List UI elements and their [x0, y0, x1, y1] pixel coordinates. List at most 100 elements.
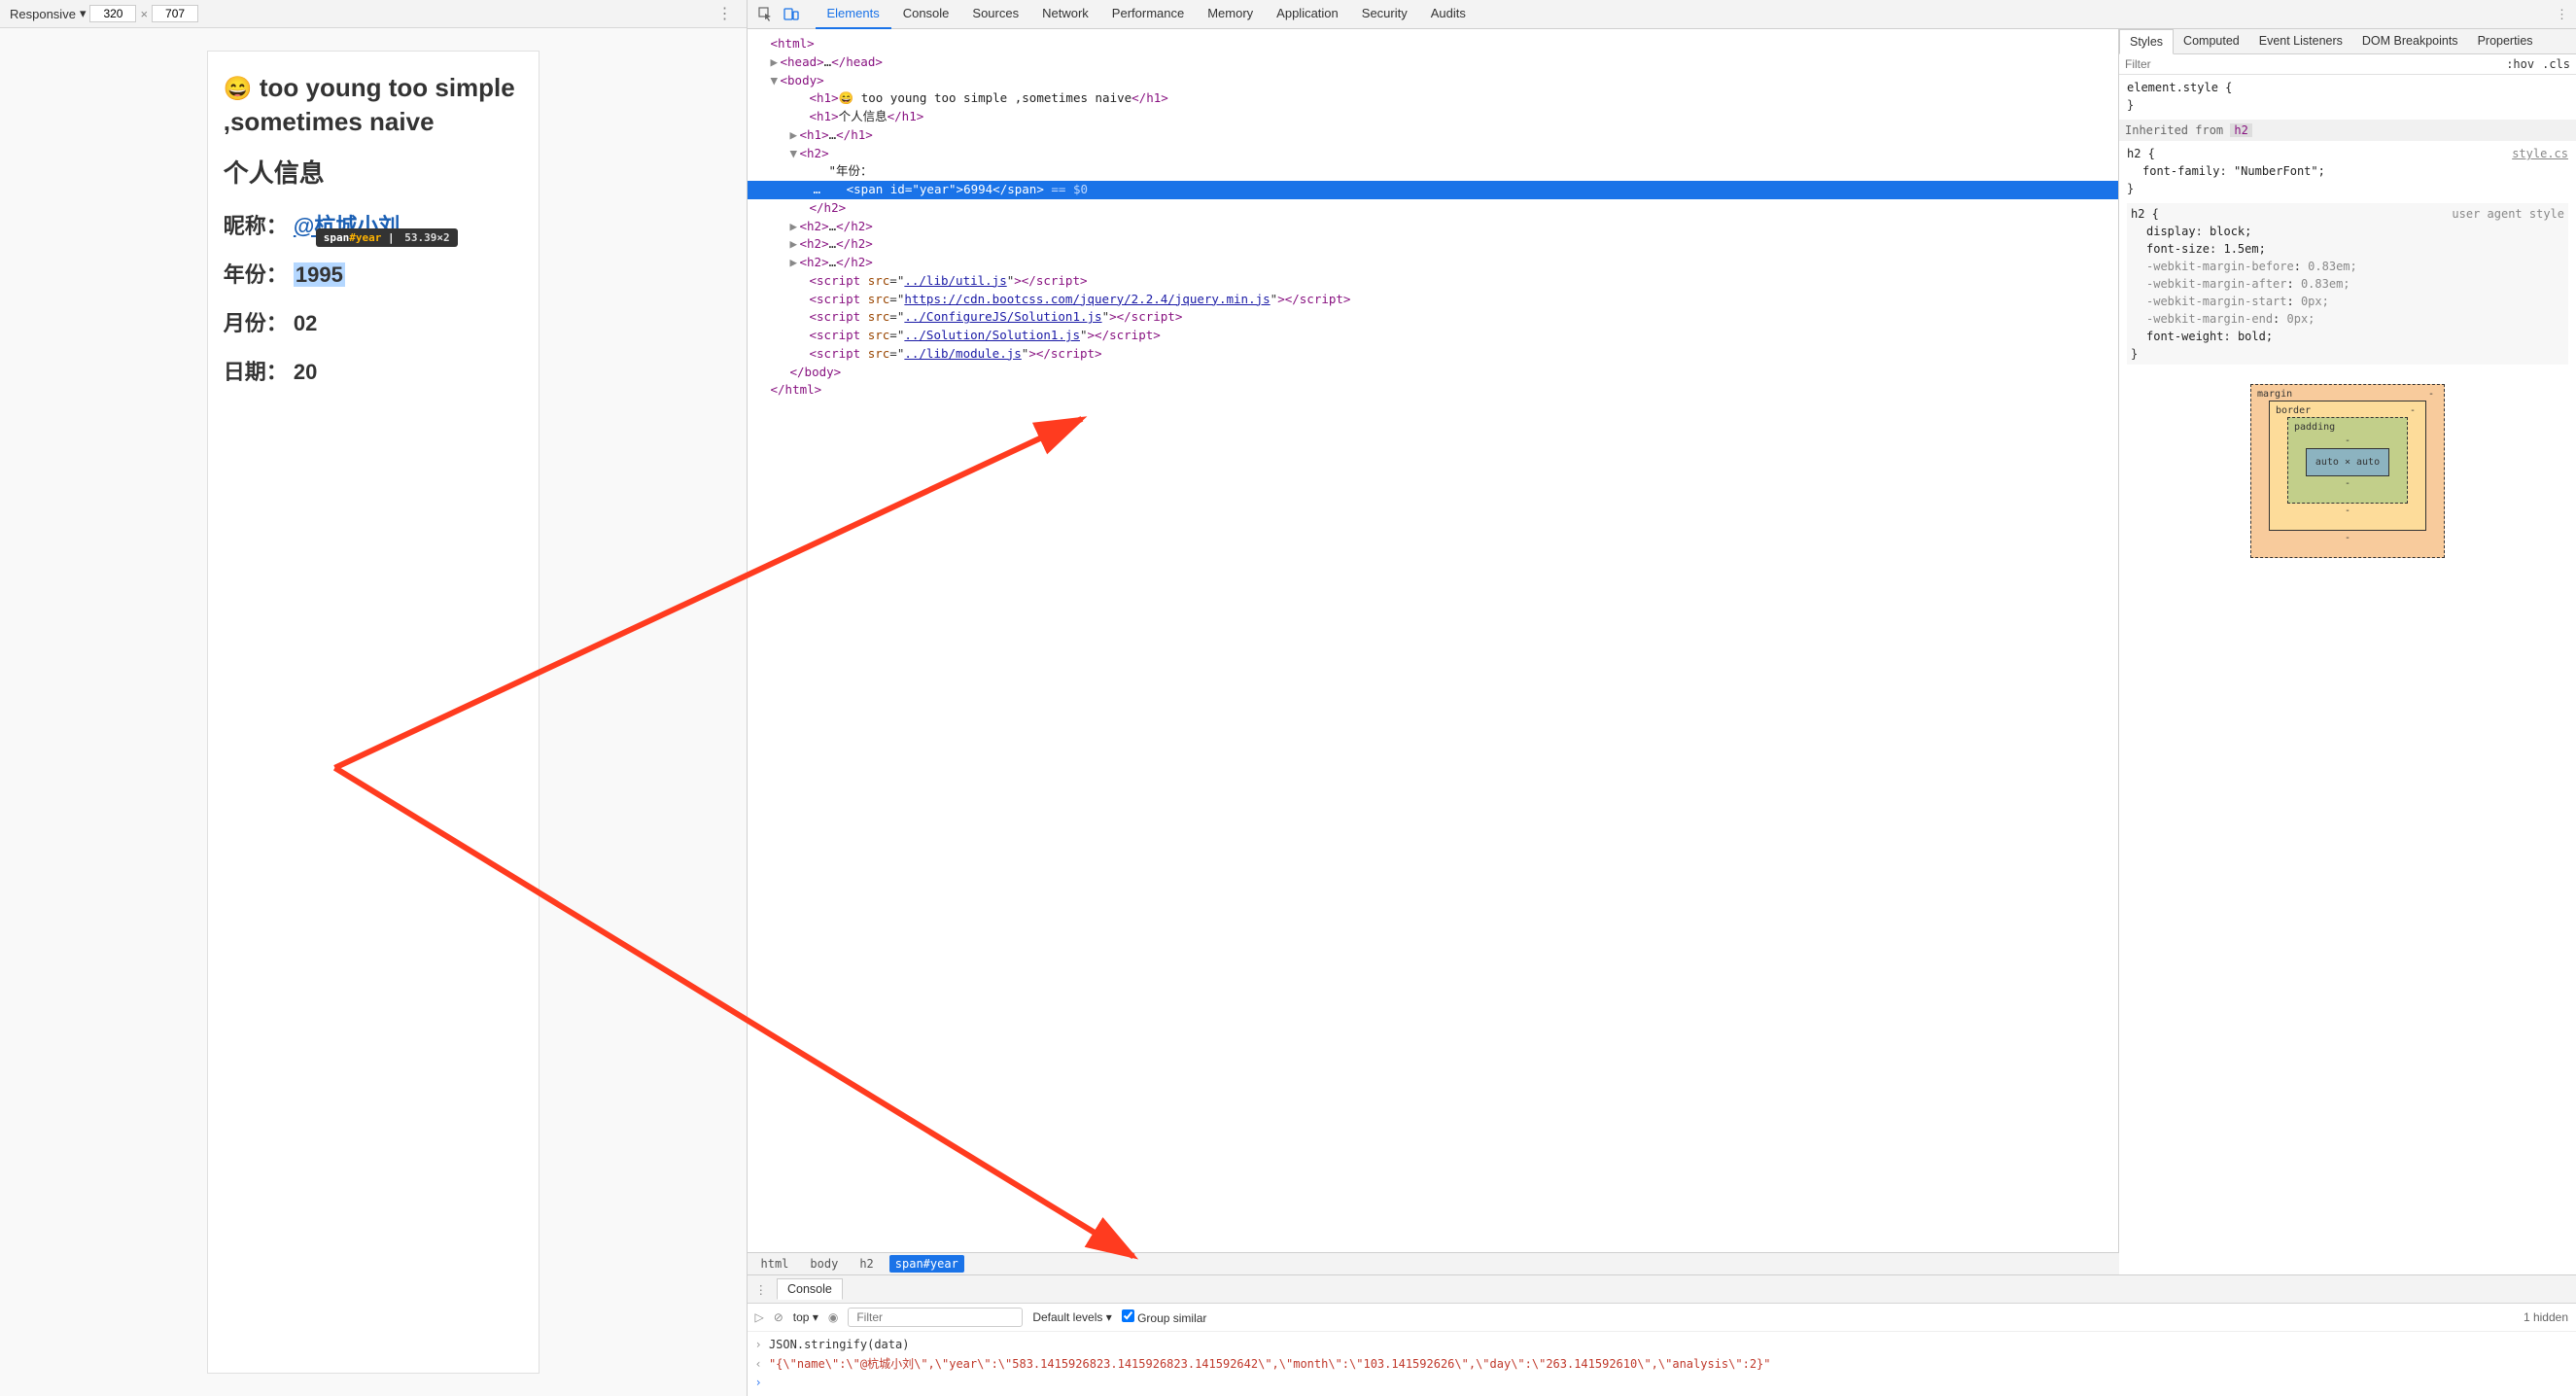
console-filter-input[interactable]: [848, 1308, 1023, 1327]
styles-tab-computed[interactable]: Computed: [2174, 29, 2249, 53]
viewport-height-input[interactable]: [152, 5, 198, 22]
console-menu-icon[interactable]: ⋮: [755, 1282, 768, 1297]
chevron-down-icon: ▾: [80, 6, 87, 21]
devtools-tabs: Elements Console Sources Network Perform…: [816, 0, 1478, 29]
crumb-html[interactable]: html: [755, 1255, 795, 1273]
console-clear-icon[interactable]: ⊘: [774, 1310, 783, 1324]
inspect-tooltip: span#year | 53.39×2: [316, 228, 458, 247]
day-row: 日期： 20: [224, 355, 523, 386]
styles-tab-dombp[interactable]: DOM Breakpoints: [2352, 29, 2468, 53]
ua-prop: -webkit-margin-after: 0.83em;: [2131, 275, 2564, 293]
ua-prop: -webkit-margin-end: 0px;: [2131, 310, 2564, 328]
devtools-topbar: Elements Console Sources Network Perform…: [748, 0, 2576, 29]
box-model-diagram: margin- border- padding- auto × auto - -…: [2250, 384, 2445, 558]
console-eye-icon[interactable]: ◉: [828, 1310, 838, 1324]
crumb-body[interactable]: body: [804, 1255, 844, 1273]
responsive-mode-dropdown[interactable]: Responsive ▾: [10, 6, 86, 21]
dom-h1-text: 😄 too young too simple ,sometimes naive: [839, 90, 1132, 105]
emoji-smile-icon: 😄: [224, 76, 253, 102]
ua-prop: font-weight: bold;: [2131, 328, 2564, 345]
day-value: 20: [294, 360, 317, 384]
ua-prop: -webkit-margin-start: 0px;: [2131, 293, 2564, 310]
elements-row: <html> ▶<head>…</head> ▼<body> <h1>😄 too…: [748, 29, 2576, 1274]
device-toggle-icon[interactable]: [781, 4, 802, 25]
styles-tabs: Styles Computed Event Listeners DOM Brea…: [2119, 29, 2576, 54]
inherited-tag[interactable]: h2: [2230, 123, 2251, 137]
responsive-label: Responsive: [10, 7, 76, 21]
device-toolbar: Responsive ▾ × ⋮: [0, 0, 747, 28]
inspect-element-icon[interactable]: [755, 4, 777, 25]
console-output-line: "{\"name\":\"@杭城小刘\",\"year\":\"583.1415…: [755, 1355, 2569, 1374]
tab-elements[interactable]: Elements: [816, 0, 891, 29]
title-text: too young too simple ,sometimes naive: [224, 73, 515, 136]
section-heading: 个人信息: [224, 157, 523, 191]
tooltip-tag: span: [324, 231, 350, 244]
box-content: auto × auto: [2306, 448, 2389, 476]
year-row: span#year | 53.39×2 年份： 1995: [224, 258, 523, 289]
hidden-count[interactable]: 1 hidden: [2524, 1310, 2568, 1324]
month-label: 月份：: [224, 311, 288, 335]
more-options-icon[interactable]: ⋮: [714, 4, 737, 23]
tab-network[interactable]: Network: [1030, 0, 1100, 29]
styles-pane: Styles Computed Event Listeners DOM Brea…: [2119, 29, 2576, 1274]
year-label: 年份：: [224, 262, 288, 287]
console-header: ⋮ Console: [748, 1275, 2576, 1304]
tab-console[interactable]: Console: [891, 0, 961, 29]
console-output[interactable]: JSON.stringify(data) "{\"name\":\"@杭城小刘\…: [748, 1332, 2576, 1396]
styles-filter-bar: :hov .cls: [2119, 54, 2576, 75]
styles-tab-listeners[interactable]: Event Listeners: [2249, 29, 2352, 53]
styles-tab-props[interactable]: Properties: [2468, 29, 2543, 53]
dom-selected-node[interactable]: … <span id="year">6994</span> == $0: [748, 181, 2119, 199]
device-preview-pane: Responsive ▾ × ⋮ 😄 too young too simple …: [0, 0, 748, 1396]
styles-rules[interactable]: element.style {} Inherited from h2 style…: [2119, 75, 2576, 1274]
tooltip-dims: 53.39×2: [404, 231, 449, 244]
month-value: 02: [294, 311, 317, 335]
viewport-wrapper: 😄 too young too simple ,sometimes naive …: [0, 28, 747, 1396]
day-label: 日期：: [224, 360, 288, 384]
tooltip-separator: |: [388, 231, 395, 244]
devtools-pane: Elements Console Sources Network Perform…: [748, 0, 2576, 1396]
tab-sources[interactable]: Sources: [960, 0, 1030, 29]
console-toolbar: ▷ ⊘ top ▾ ◉ Default levels ▾ Group simil…: [748, 1304, 2576, 1332]
crumb-selected[interactable]: span#year: [889, 1255, 964, 1273]
styles-tab-styles[interactable]: Styles: [2119, 29, 2174, 54]
hov-toggle[interactable]: :hov: [2506, 57, 2534, 71]
tab-memory[interactable]: Memory: [1196, 0, 1265, 29]
user-agent-label: user agent style: [2452, 205, 2564, 223]
console-context-select[interactable]: top ▾: [793, 1310, 818, 1324]
month-row: 月份： 02: [224, 306, 523, 337]
dom-year-text-prefix: "年份：: [829, 163, 873, 178]
ellipsis-icon: …: [810, 182, 825, 196]
page-title: 😄 too young too simple ,sometimes naive: [224, 71, 523, 139]
ua-prop: font-size: 1.5em;: [2131, 240, 2564, 258]
dom-h1b-text: 个人信息: [839, 109, 888, 123]
ua-prop: -webkit-margin-before: 0.83em;: [2131, 258, 2564, 275]
dom-tree[interactable]: <html> ▶<head>…</head> ▼<body> <h1>😄 too…: [748, 29, 2120, 1252]
year-value: 1995: [294, 262, 345, 287]
console-run-icon[interactable]: ▷: [755, 1310, 764, 1324]
tab-security[interactable]: Security: [1350, 0, 1419, 29]
group-similar-checkbox[interactable]: Group similar: [1122, 1309, 1207, 1325]
dimension-separator: ×: [140, 7, 148, 21]
console-prompt[interactable]: [755, 1374, 2569, 1392]
devtools-menu-icon[interactable]: ⋮: [2556, 7, 2568, 22]
console-input-line: JSON.stringify(data): [755, 1336, 2569, 1354]
tab-audits[interactable]: Audits: [1419, 0, 1478, 29]
nickname-label: 昵称：: [224, 214, 288, 238]
page-viewport: 😄 too young too simple ,sometimes naive …: [208, 52, 539, 1373]
ua-prop: display: block;: [2131, 223, 2564, 240]
inherited-from-bar: Inherited from h2: [2119, 120, 2576, 141]
tab-performance[interactable]: Performance: [1100, 0, 1196, 29]
cls-toggle[interactable]: .cls: [2542, 57, 2570, 71]
console-drawer: ⋮ Console ▷ ⊘ top ▾ ◉ Default levels ▾ G…: [748, 1274, 2576, 1396]
console-levels-select[interactable]: Default levels ▾: [1032, 1310, 1111, 1324]
element-style-selector: element.style {: [2127, 81, 2232, 94]
dom-breadcrumb: html body h2 span#year: [748, 1252, 2120, 1274]
tooltip-id: #year: [349, 231, 381, 244]
styles-filter-input[interactable]: [2125, 57, 2498, 71]
console-tab[interactable]: Console: [777, 1278, 843, 1300]
tab-application[interactable]: Application: [1265, 0, 1350, 29]
rule-source-link[interactable]: style.cs: [2512, 145, 2568, 162]
crumb-h2[interactable]: h2: [853, 1255, 879, 1273]
viewport-width-input[interactable]: [89, 5, 136, 22]
